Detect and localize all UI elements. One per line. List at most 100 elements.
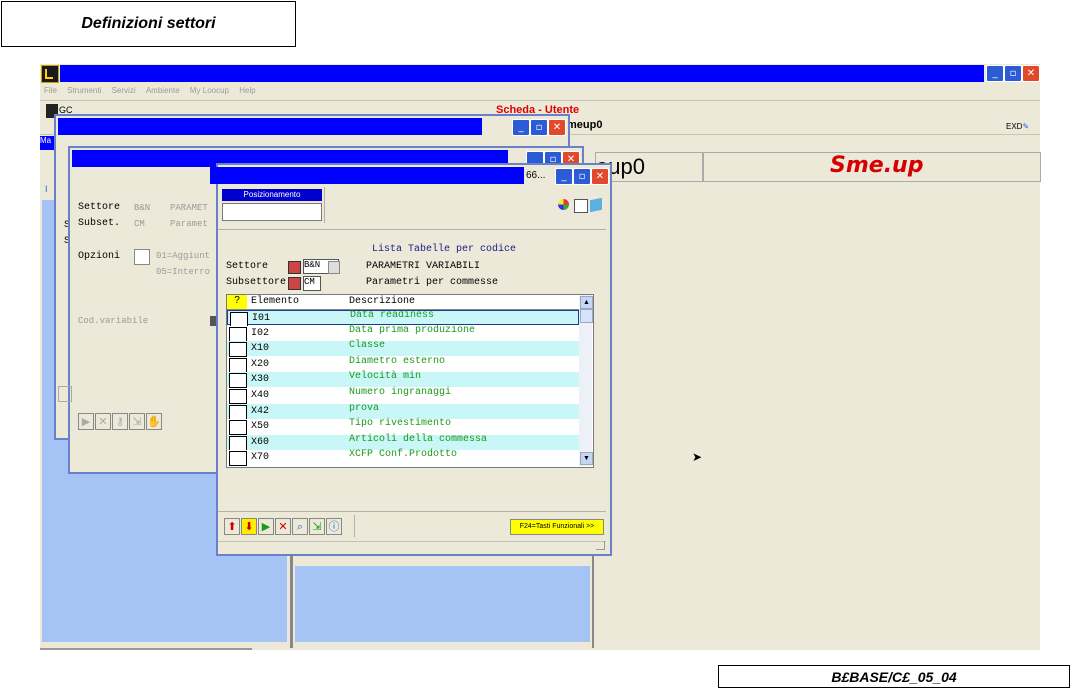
export-icon[interactable]: ⇲ <box>129 413 145 430</box>
table-row[interactable]: I02 Data prima produzione <box>227 324 579 342</box>
delete-icon[interactable]: ✕ <box>95 413 111 430</box>
table-row[interactable]: X60 Articoli della commessa <box>227 434 579 451</box>
document-code-box: B£BASE/C£_05_04 <box>718 665 1070 688</box>
status-divider <box>218 541 606 542</box>
table-row[interactable]: I01 Data readiness <box>227 310 579 327</box>
table-row[interactable]: X10 Classe <box>227 340 579 358</box>
table-row[interactable]: X20 Diametro esterno <box>227 355 579 373</box>
export-icon[interactable]: ⇲ <box>309 518 325 535</box>
table-row[interactable]: X42 prova <box>227 402 579 420</box>
table-header: ? Elemento Descrizione <box>227 295 579 310</box>
logo-box: Sme.up <box>703 152 1041 182</box>
delete-icon[interactable]: ✕ <box>275 518 291 535</box>
dialog-maximize-icon[interactable]: ▫ <box>573 168 591 185</box>
hand-icon[interactable]: ✋ <box>146 413 162 430</box>
posizionamento-divider <box>324 187 325 223</box>
arrow-down-icon[interactable]: ⬇ <box>241 518 257 535</box>
row-checkbox[interactable] <box>229 373 247 389</box>
search-icon[interactable]: ⌕ <box>292 518 308 535</box>
note-icon[interactable] <box>574 199 588 213</box>
menu-my-loocup[interactable]: My Loocup <box>190 86 229 95</box>
row-checkbox[interactable] <box>229 342 247 358</box>
main-titlebar[interactable] <box>60 65 984 82</box>
subsettore-lookup-icon[interactable] <box>288 277 301 290</box>
menu-divider <box>40 100 1040 101</box>
row-desc: Diametro esterno <box>349 355 446 367</box>
row-checkbox[interactable] <box>229 420 247 436</box>
row-checkbox[interactable] <box>229 404 247 420</box>
left-panel-letter: I <box>45 184 48 194</box>
subset-desc-back: Paramet <box>170 219 208 229</box>
toolbar-top-divider <box>218 511 606 512</box>
opzioni-option-05: 05=Interro <box>156 267 211 277</box>
scroll-thumb[interactable] <box>580 309 593 323</box>
settore-dropdown-icon[interactable] <box>328 261 340 274</box>
subset-label-back: Subset. <box>78 218 121 229</box>
table-scrollbar[interactable]: ▲ ▼ <box>579 295 593 466</box>
menu-strumenti[interactable]: Strumenti <box>67 86 101 95</box>
settore-desc-back: PARAMET <box>170 203 208 213</box>
f24-button[interactable]: F24=Tasti Funzionali >> <box>510 519 604 535</box>
table-row[interactable]: X70 XCFP Conf.Prodotto <box>227 449 579 467</box>
row-checkbox[interactable] <box>229 451 247 467</box>
info-icon[interactable]: ⓘ <box>326 518 342 535</box>
row-code: X42 <box>251 405 270 417</box>
bw1-minimize-icon[interactable]: _ <box>512 119 530 136</box>
document-title: Definizioni settori <box>81 15 216 32</box>
header-divider <box>218 229 606 230</box>
key-icon[interactable]: ⚷ <box>112 413 128 430</box>
subsettore-input[interactable]: CM <box>303 276 321 291</box>
row-code: X50 <box>251 421 270 433</box>
mouse-cursor-icon: ➤ <box>692 450 703 464</box>
scroll-up-icon[interactable]: ▲ <box>580 296 593 309</box>
folder-icon[interactable] <box>590 197 602 213</box>
user-partial: meup0 <box>567 119 603 131</box>
row-desc: Data readiness <box>350 310 435 321</box>
bw1-maximize-icon[interactable]: ▫ <box>530 119 548 136</box>
posizionamento-label: Posizionamento <box>222 189 322 201</box>
settore-lookup-icon[interactable] <box>288 261 301 274</box>
col-descrizione-header[interactable]: Descrizione <box>349 296 415 307</box>
play-icon[interactable]: ▶ <box>258 518 274 535</box>
scroll-down-icon[interactable]: ▼ <box>580 452 593 465</box>
list-dialog-titlebar[interactable] <box>210 167 524 184</box>
subsettore-desc: Parametri per commesse <box>366 277 499 288</box>
arrow-up-icon[interactable]: ⬆ <box>224 518 240 535</box>
posizionamento-input[interactable] <box>222 203 322 221</box>
table-row[interactable]: X50 Tipo rivestimento <box>227 418 579 436</box>
dialog-toolbar: ⬆ ⬇ ▶ ✕ ⌕ ⇲ ⓘ <box>224 515 354 537</box>
resize-grip-icon[interactable] <box>596 541 605 550</box>
background-window-1-titlebar[interactable] <box>58 118 482 135</box>
table-row[interactable]: X40 Numero ingranaggi <box>227 387 579 404</box>
dialog-close-icon[interactable]: ✕ <box>591 168 609 185</box>
smeup-logo: Sme.up <box>830 153 924 178</box>
play-icon[interactable]: ▶ <box>78 413 94 430</box>
row-desc: Tipo rivestimento <box>349 418 452 430</box>
row-checkbox[interactable] <box>229 326 247 342</box>
menu-ambiente[interactable]: Ambiente <box>146 86 180 95</box>
close-icon[interactable]: ✕ <box>1022 65 1040 82</box>
maximize-icon[interactable]: ▫ <box>1004 65 1022 82</box>
row-checkbox[interactable] <box>229 389 247 404</box>
palette-icon[interactable] <box>558 199 572 211</box>
bw1-side-button[interactable] <box>58 386 72 402</box>
menu-help[interactable]: Help <box>239 86 255 95</box>
row-code: X10 <box>251 343 270 355</box>
menu-servizi[interactable]: Servizi <box>112 86 136 95</box>
col-q-header[interactable]: ? <box>227 295 247 309</box>
opzioni-option-01: 01=Aggiunt <box>156 251 211 261</box>
table-row[interactable]: X30 Velocità min <box>227 371 579 389</box>
col-elemento-header[interactable]: Elemento <box>251 296 299 307</box>
menu-file[interactable]: File <box>44 86 57 95</box>
row-checkbox[interactable] <box>229 357 247 373</box>
row-desc: prova <box>349 402 380 414</box>
bw1-close-icon[interactable]: ✕ <box>548 119 566 136</box>
row-code: I02 <box>251 327 270 339</box>
row-code: I01 <box>252 313 271 324</box>
dialog-minimize-icon[interactable]: _ <box>555 168 573 185</box>
opzioni-input[interactable] <box>134 249 150 265</box>
minimize-icon[interactable]: _ <box>986 65 1004 82</box>
row-checkbox[interactable] <box>229 435 247 451</box>
row-desc: Data prima produzione <box>349 324 476 336</box>
app-logo-icon <box>41 65 59 83</box>
